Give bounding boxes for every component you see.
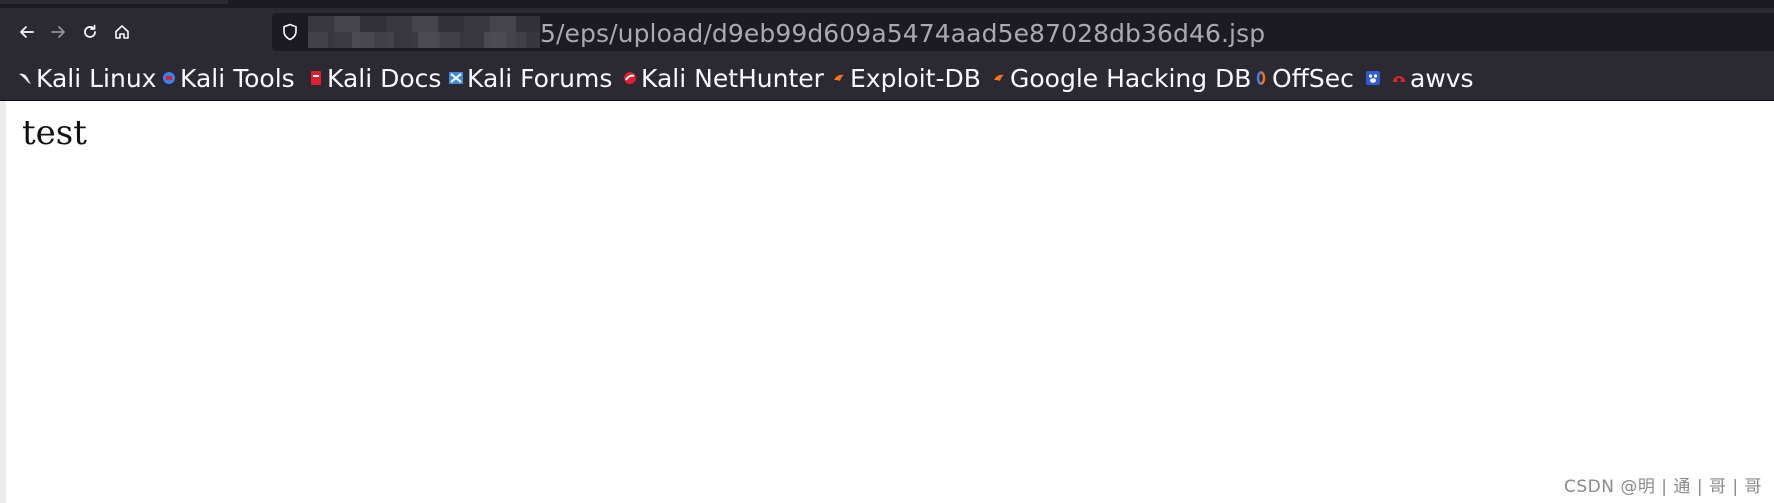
bookmark-offsec[interactable]: OffSec xyxy=(1254,63,1354,93)
page-body-text: test xyxy=(22,113,87,153)
offsec-icon xyxy=(1256,71,1266,85)
bookmark-kali-nethunter[interactable]: Kali NetHunter xyxy=(623,63,824,93)
bookmarks-toolbar: Kali Linux Kali Tools Kali Docs Kali For… xyxy=(0,56,1774,101)
bookmark-label: Google Hacking DB xyxy=(1010,63,1252,93)
reload-icon xyxy=(84,24,96,38)
bookmark-kali-tools[interactable]: Kali Tools xyxy=(162,63,295,93)
exploit-db-icon xyxy=(834,74,844,81)
redacted-host-mosaic-lower xyxy=(308,32,540,48)
csdn-watermark: CSDN @明 | 通 | 哥 | 哥 xyxy=(1564,477,1762,497)
bookmark-label: awvs xyxy=(1410,63,1474,93)
ghdb-icon xyxy=(994,74,1004,81)
kali-forums-icon xyxy=(449,72,463,84)
kali-docs-icon xyxy=(311,71,321,85)
bookmark-label: Exploit-DB xyxy=(850,63,981,93)
back-arrow-icon xyxy=(20,26,34,38)
forward-button[interactable] xyxy=(46,20,70,44)
reload-button[interactable] xyxy=(78,20,102,44)
bookmark-awvs[interactable]: awvs xyxy=(1392,63,1474,93)
bookmark-kali-linux[interactable]: Kali Linux xyxy=(18,63,157,93)
bookmark-kali-forums[interactable]: Kali Forums xyxy=(449,63,613,93)
bookmark-baidu[interactable] xyxy=(1366,64,1384,92)
url-text[interactable]: 5/eps/upload/d9eb99d609a5474aad5e87028db… xyxy=(540,19,1265,48)
awvs-icon xyxy=(1393,76,1405,82)
bookmark-label: Kali Forums xyxy=(467,63,613,93)
active-tab-edge[interactable] xyxy=(0,0,228,4)
browser-window: 5/eps/upload/d9eb99d609a5474aad5e87028db… xyxy=(0,0,1774,503)
bookmark-label: OffSec xyxy=(1272,63,1354,93)
bookmark-label: Kali Tools xyxy=(180,63,295,93)
forward-arrow-icon xyxy=(51,26,65,38)
home-button[interactable] xyxy=(110,20,134,44)
nethunter-icon xyxy=(624,72,636,84)
baidu-icon xyxy=(1366,71,1380,85)
back-button[interactable] xyxy=(15,20,39,44)
tab-strip xyxy=(0,0,1774,8)
bookmark-label: Kali Docs xyxy=(327,63,442,93)
site-info-button[interactable] xyxy=(280,22,300,42)
home-icon xyxy=(115,25,129,39)
url-bar[interactable]: 5/eps/upload/d9eb99d609a5474aad5e87028db… xyxy=(272,13,1774,51)
navigation-toolbar: 5/eps/upload/d9eb99d609a5474aad5e87028db… xyxy=(0,8,1774,56)
page-content: test CSDN @明 | 通 | 哥 | 哥 xyxy=(0,101,1774,503)
kali-tools-icon xyxy=(163,72,175,84)
bookmark-label: Kali Linux xyxy=(36,63,157,93)
bookmark-exploit-db[interactable]: Exploit-DB xyxy=(832,63,981,93)
kali-dragon-icon xyxy=(19,73,31,84)
bookmark-kali-docs[interactable]: Kali Docs xyxy=(309,63,442,93)
bookmark-google-hacking-db[interactable]: Google Hacking DB xyxy=(992,63,1252,93)
shield-icon xyxy=(283,23,297,41)
bookmark-label: Kali NetHunter xyxy=(641,63,824,93)
